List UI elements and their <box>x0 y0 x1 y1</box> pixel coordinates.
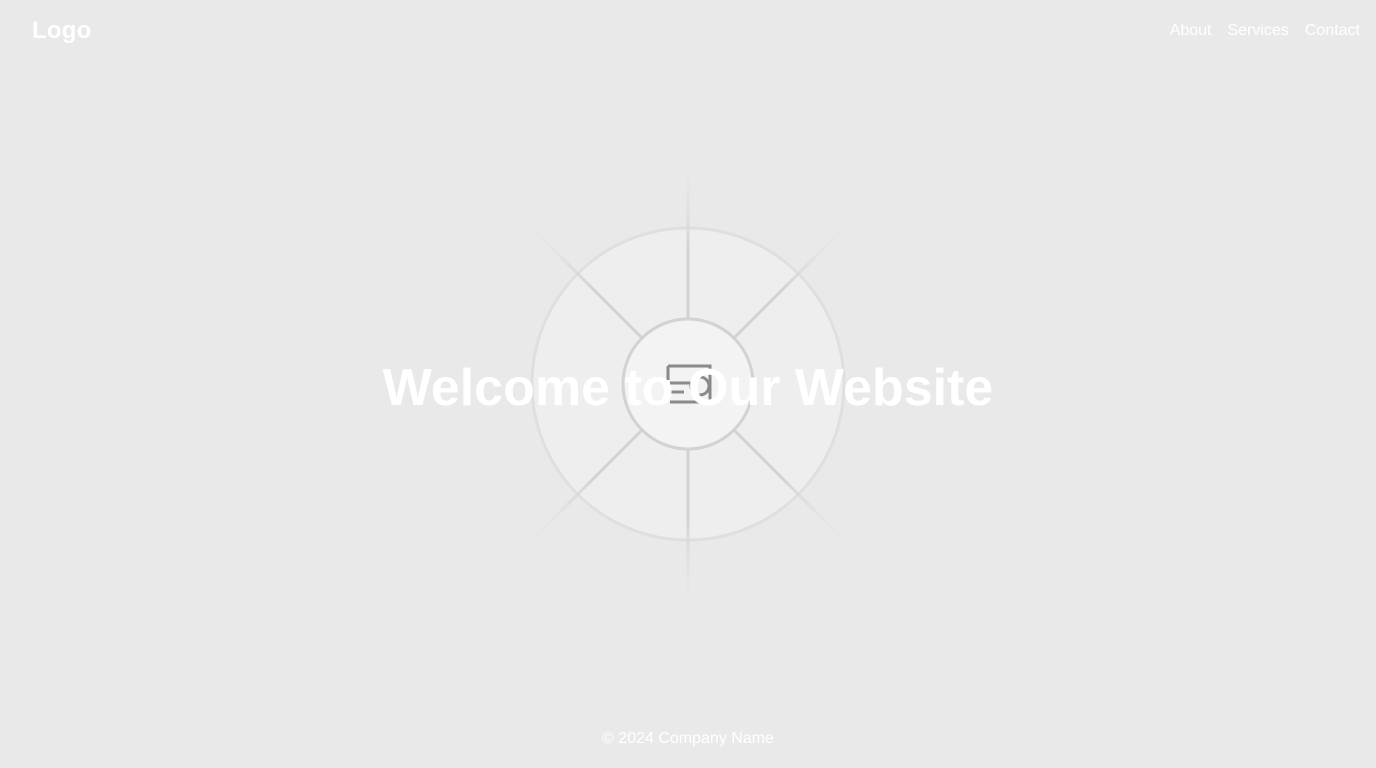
main-nav: About Services Contact <box>1170 22 1360 40</box>
logo[interactable]: Logo <box>32 17 91 45</box>
nav-link-about[interactable]: About <box>1170 22 1212 40</box>
page: Logo About Services Contact Welcome to O… <box>0 0 1376 768</box>
hero-title: Welcome to Our Website <box>382 359 994 417</box>
nav-link-services[interactable]: Services <box>1228 22 1289 40</box>
nav-link-contact[interactable]: Contact <box>1305 22 1360 40</box>
footer-copyright: © 2024 Company Name <box>602 730 774 747</box>
